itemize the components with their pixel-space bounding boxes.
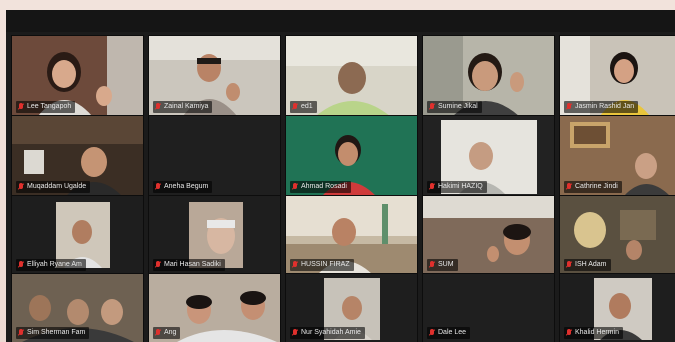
mic-muted-icon [292,103,298,111]
participant-tile[interactable]: Ang [148,273,281,342]
participant-tile[interactable]: Nur Syahidah Amie [285,273,418,342]
participant-name-tag: HUSSIN FIRAZ [290,259,354,271]
participant-tile[interactable]: Dale Lee [422,273,555,342]
mic-muted-icon [566,103,572,111]
participant-name-tag: ed1 [290,101,317,113]
participant-tile[interactable]: Zainal Kamiya [148,35,281,117]
participant-name: HUSSIN FIRAZ [301,261,350,268]
participant-name-tag: Mari Hasan Sadiki [153,259,225,271]
participant-tile[interactable]: Cathrine Jindi [559,115,675,197]
participant-tile[interactable]: HUSSIN FIRAZ [285,195,418,275]
mic-muted-icon [429,103,435,111]
participant-tile[interactable]: Ahmad Rosadi [285,115,418,197]
participant-name-tag: Sim Sherman Fam [16,327,90,339]
mic-muted-icon [429,329,435,337]
participant-name: Sumine Jikal [438,103,478,110]
participant-name: Sim Sherman Fam [27,329,86,336]
participant-name-tag: Elliyah Ryane Am [16,259,86,271]
participant-tile[interactable]: Sumine Jikal [422,35,555,117]
participant-name: Lee Tangapoh [27,103,72,110]
participant-tile[interactable]: ISH Adam [559,195,675,275]
participant-name: Nur Syahidah Amie [301,329,361,336]
participant-name-tag: Khalid Hermin [564,327,623,339]
mic-muted-icon [18,103,24,111]
participant-tile[interactable]: Aneha Begum [148,115,281,197]
participant-name: ed1 [301,103,313,110]
participant-name-tag: SUM [427,259,458,271]
participant-name-tag: Jasmin Rashid Jan [564,101,639,113]
participant-tile[interactable]: SUM [422,195,555,275]
participant-tile[interactable]: Elliyah Ryane Am [11,195,144,275]
participant-name-tag: Ang [153,327,181,339]
mic-muted-icon [292,183,298,191]
participant-tile[interactable]: Lee Tangapoh [11,35,144,117]
participant-tile[interactable]: ed1 [285,35,418,117]
participant-tile[interactable]: Jasmin Rashid Jan [559,35,675,117]
participant-name-tag: Nur Syahidah Amie [290,327,365,339]
mic-muted-icon [566,329,572,337]
mic-muted-icon [429,261,435,269]
participant-name-tag: Aneha Begum [153,181,213,193]
participant-name: Cathrine Jindi [575,183,618,190]
mic-muted-icon [429,183,435,191]
mic-muted-icon [18,329,24,337]
mic-muted-icon [566,183,572,191]
mic-muted-icon [155,261,161,269]
participant-name: Ahmad Rosadi [301,183,347,190]
participant-name-tag: Muqaddam Ugalde [16,181,91,193]
participant-name: Hakimi HAZIQ [438,183,483,190]
participant-name-tag: Cathrine Jindi [564,181,622,193]
mic-muted-icon [566,261,572,269]
mic-muted-icon [18,261,24,269]
participant-name: ISH Adam [575,261,607,268]
participant-name-tag: Ahmad Rosadi [290,181,351,193]
participant-tile[interactable]: Khalid Hermin [559,273,675,342]
mic-muted-icon [292,261,298,269]
participant-tile[interactable]: Sim Sherman Fam [11,273,144,342]
participant-name: Jasmin Rashid Jan [575,103,635,110]
participant-name: Dale Lee [438,329,467,336]
participant-name: Aneha Begum [164,183,209,190]
participant-grid: Lee Tangapoh Zainal Kamiya ed1 Sumine Ji… [6,10,675,342]
participant-name: Khalid Hermin [575,329,619,336]
participant-tile[interactable]: Muqaddam Ugalde [11,115,144,197]
mic-muted-icon [155,329,161,337]
participant-name-tag: Zainal Kamiya [153,101,213,113]
participant-name: Zainal Kamiya [164,103,209,110]
participant-name: Muqaddam Ugalde [27,183,87,190]
participant-name: Elliyah Ryane Am [27,261,82,268]
video-call-window: Lee Tangapoh Zainal Kamiya ed1 Sumine Ji… [6,10,675,342]
participant-tile[interactable]: Mari Hasan Sadiki [148,195,281,275]
participant-name-tag: ISH Adam [564,259,611,271]
participant-name: Ang [164,329,177,336]
mic-muted-icon [292,329,298,337]
participant-name-tag: Sumine Jikal [427,101,482,113]
participant-name: Mari Hasan Sadiki [164,261,221,268]
participant-name-tag: Hakimi HAZIQ [427,181,487,193]
mic-muted-icon [155,183,161,191]
mic-muted-icon [155,103,161,111]
participant-name-tag: Lee Tangapoh [16,101,76,113]
participant-name: SUM [438,261,454,268]
participant-tile[interactable]: Hakimi HAZIQ [422,115,555,197]
participant-name-tag: Dale Lee [427,327,471,339]
mic-muted-icon [18,183,24,191]
